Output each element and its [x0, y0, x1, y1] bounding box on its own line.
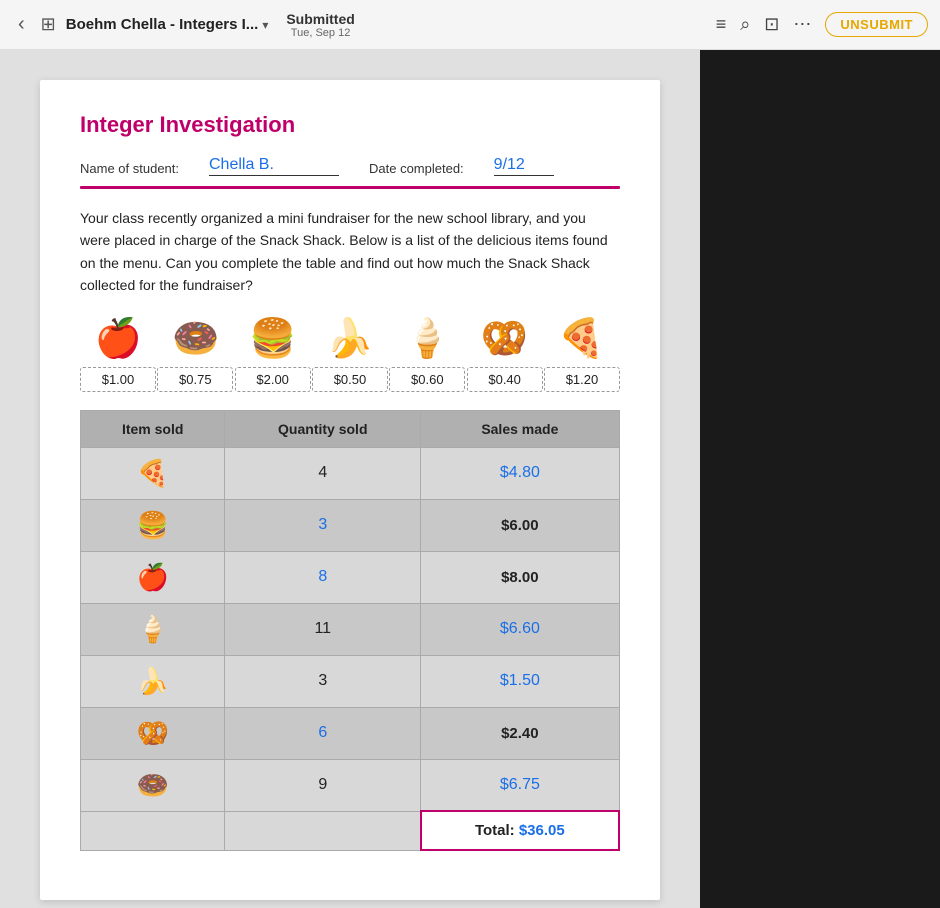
total-value: $36.05 [519, 822, 565, 839]
sales-donut: $6.75 [421, 759, 619, 811]
total-label: Total: [475, 822, 515, 839]
col-sales-made: Sales made [421, 410, 619, 447]
sales-apple: $8.00 [421, 551, 619, 603]
price-box-donut: $0.75 [157, 367, 233, 392]
qty-burger: 3 [225, 499, 421, 551]
food-icon-burger: 🍔 [234, 317, 311, 361]
student-name-label: Name of student: [80, 161, 179, 176]
food-icon-pretzel: 🥨 [466, 317, 543, 361]
price-box-banana: $0.50 [312, 367, 388, 392]
doc-title: Boehm Chella - Integers I... [66, 16, 259, 33]
qty-pretzel: 6 [225, 707, 421, 759]
price-box-icecream: $0.60 [389, 367, 465, 392]
top-bar: ‹ ⊞ Boehm Chella - Integers I... ▾ Submi… [0, 0, 940, 50]
food-icon-icecream: 🍦 [389, 317, 466, 361]
doc-area: Integer Investigation Name of student: C… [0, 50, 700, 908]
table-header-row: Item sold Quantity sold Sales made [81, 410, 620, 447]
top-bar-left: ‹ ⊞ Boehm Chella - Integers I... ▾ Submi… [12, 9, 355, 40]
item-icon-burger: 🍔 [81, 499, 225, 551]
list-icon[interactable]: ≡ [716, 14, 727, 35]
item-icon-banana: 🍌 [81, 655, 225, 707]
right-panel [700, 50, 940, 908]
sales-icecream: $6.60 [421, 603, 619, 655]
sales-banana: $1.50 [421, 655, 619, 707]
submitted-date: Tue, Sep 12 [291, 27, 351, 39]
doc-title-area: Boehm Chella - Integers I... ▾ [66, 16, 269, 33]
total-row: Total: $36.05 [81, 811, 620, 850]
col-quantity-sold: Quantity sold [225, 410, 421, 447]
price-box-apple: $1.00 [80, 367, 156, 392]
divider [80, 186, 620, 189]
search-icon[interactable]: ⌕ [740, 14, 750, 35]
sales-pizza: $4.80 [421, 447, 619, 499]
doc-page: Integer Investigation Name of student: C… [40, 80, 660, 900]
table-row: 🍩 9 $6.75 [81, 759, 620, 811]
food-icon-donut: 🍩 [157, 317, 234, 361]
qty-pizza: 4 [225, 447, 421, 499]
back-button[interactable]: ‹ [12, 9, 31, 40]
student-name-value: Chella B. [209, 156, 339, 176]
price-box-pizza: $1.20 [544, 367, 620, 392]
price-box-pretzel: $0.40 [467, 367, 543, 392]
student-info-row: Name of student: Chella B. Date complete… [80, 156, 620, 176]
sales-burger: $6.00 [421, 499, 619, 551]
top-bar-right: ≡ ⌕ ⊡ ⋯ UNSUBMIT [716, 12, 928, 37]
table-row: 🍌 3 $1.50 [81, 655, 620, 707]
unsubmit-button[interactable]: UNSUBMIT [825, 12, 928, 37]
item-icon-pretzel: 🥨 [81, 707, 225, 759]
price-boxes-row: $1.00 $0.75 $2.00 $0.50 $0.60 $0.40 $1.2… [80, 367, 620, 392]
qty-apple: 8 [225, 551, 421, 603]
doc-title-heading: Integer Investigation [80, 112, 620, 138]
qty-donut: 9 [225, 759, 421, 811]
total-empty-1 [81, 811, 225, 850]
submitted-label: Submitted [286, 11, 354, 27]
chevron-down-icon[interactable]: ▾ [262, 18, 268, 32]
table-row: 🍎 8 $8.00 [81, 551, 620, 603]
item-icon-pizza: 🍕 [81, 447, 225, 499]
panel-toggle-icon[interactable]: ⊞ [41, 14, 56, 35]
item-icon-icecream: 🍦 [81, 603, 225, 655]
date-label: Date completed: [369, 161, 464, 176]
price-box-burger: $2.00 [235, 367, 311, 392]
food-icon-apple: 🍎 [80, 317, 157, 361]
qty-icecream: 11 [225, 603, 421, 655]
table-row: 🍔 3 $6.00 [81, 499, 620, 551]
table-row: 🍕 4 $4.80 [81, 447, 620, 499]
submitted-area: Submitted Tue, Sep 12 [286, 11, 354, 39]
sales-pretzel: $2.40 [421, 707, 619, 759]
food-icon-banana: 🍌 [311, 317, 388, 361]
table-row: 🥨 6 $2.40 [81, 707, 620, 759]
qty-banana: 3 [225, 655, 421, 707]
food-icon-pizza: 🍕 [543, 317, 620, 361]
item-icon-donut: 🍩 [81, 759, 225, 811]
food-icons-row: 🍎 🍩 🍔 🍌 🍦 🥨 🍕 [80, 317, 620, 361]
data-table: Item sold Quantity sold Sales made 🍕 4 $… [80, 410, 620, 852]
total-cell: Total: $36.05 [421, 811, 619, 850]
date-value: 9/12 [494, 156, 554, 176]
item-icon-apple: 🍎 [81, 551, 225, 603]
more-icon[interactable]: ⋯ [793, 14, 811, 35]
description-text: Your class recently organized a mini fun… [80, 207, 620, 297]
main-area: Integer Investigation Name of student: C… [0, 50, 940, 908]
total-empty-2 [225, 811, 421, 850]
table-row: 🍦 11 $6.60 [81, 603, 620, 655]
print-icon[interactable]: ⊡ [764, 14, 779, 35]
col-item-sold: Item sold [81, 410, 225, 447]
